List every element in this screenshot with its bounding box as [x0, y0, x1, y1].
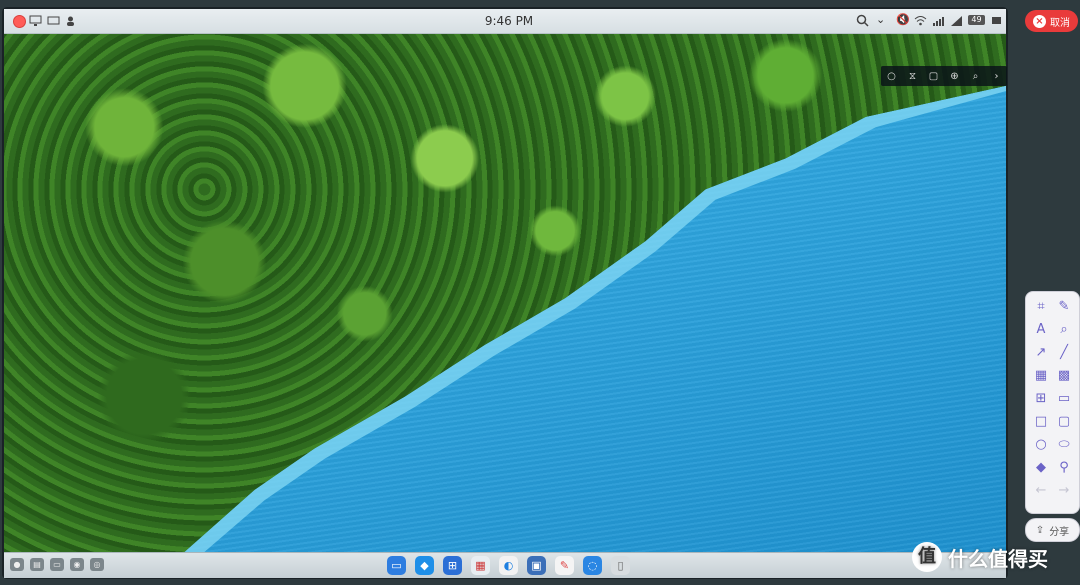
arrow-tool[interactable]: ↗	[1031, 343, 1051, 363]
menu-bar: 9:46 PM ⌄ 🔇 49	[4, 9, 1006, 34]
search-icon[interactable]	[856, 14, 869, 27]
add-icon[interactable]: ⊕	[948, 71, 962, 82]
dock: ● ▤ ▭ ◉ ◎ ▭ ◆ ⊞ ▦ ◐ ▣ ✎ ◌ ▯	[4, 552, 1006, 578]
wifi-icon[interactable]	[914, 14, 927, 27]
watermark-text: 什么值得买	[948, 546, 1048, 571]
trash-icon[interactable]: ▯	[611, 556, 630, 575]
blur-tool[interactable]: ▩	[1054, 366, 1074, 386]
watermark-logo: 值	[912, 542, 942, 572]
chevron-right-icon[interactable]: ›	[990, 71, 1004, 82]
rounded-rect-tool[interactable]: ▢	[1054, 412, 1074, 432]
browser-app-icon[interactable]: ◐	[499, 556, 518, 575]
magnifier-tool[interactable]: ⌕	[1054, 320, 1074, 340]
files-app-icon[interactable]: ◆	[415, 556, 434, 575]
signal-icon	[933, 17, 944, 26]
user-icon[interactable]	[64, 14, 77, 27]
annotation-tool-panel: ⌗ ✎ A ⌕ ↗ ╱ ▦ ▩ ⊞ ▭ □ ▢ ○ ⬭ ◆ ⚲ ← →	[1025, 291, 1080, 514]
app-grid-icon[interactable]: ⊞	[443, 556, 462, 575]
messages-app-icon[interactable]: ◌	[583, 556, 602, 575]
dock-left-tray: ● ▤ ▭ ◉ ◎	[10, 558, 104, 571]
windows-icon[interactable]: ▤	[30, 558, 44, 571]
ellipse-tool[interactable]: ⬭	[1054, 435, 1074, 455]
display-icon[interactable]	[29, 14, 42, 27]
search-icon[interactable]: ⌕	[969, 71, 983, 82]
notes-app-icon[interactable]: ✎	[555, 556, 574, 575]
share-label: 分享	[1049, 526, 1070, 538]
line-tool[interactable]: ╱	[1054, 343, 1074, 363]
menubar-clock: 9:46 PM	[484, 14, 534, 28]
settings-icon[interactable]: ●	[10, 558, 24, 571]
floating-toolbar: ○ ⧖ ▢ ⊕ ⌕ ›	[881, 66, 1007, 86]
square-icon[interactable]: ▢	[927, 71, 941, 82]
filter-icon[interactable]: ⧖	[906, 71, 920, 82]
close-icon: ×	[1033, 14, 1046, 28]
desktop-wallpaper	[4, 34, 1006, 552]
brush-tool[interactable]: ✎	[1054, 297, 1074, 317]
dock-apps: ▭ ◆ ⊞ ▦ ◐ ▣ ✎ ◌ ▯	[387, 556, 630, 575]
circle-icon[interactable]: ○	[885, 71, 899, 82]
record-icon[interactable]: ◎	[90, 558, 104, 571]
folder-icon[interactable]: ▭	[50, 558, 64, 571]
rect-outline-tool[interactable]: ▭	[1054, 389, 1074, 409]
share-icon: ⇪	[1035, 524, 1045, 536]
square-tool[interactable]: □	[1031, 412, 1051, 432]
screen-mirror-app-icon[interactable]: ▭	[387, 556, 406, 575]
mosaic-tool[interactable]: ▦	[1031, 366, 1051, 386]
text-tool[interactable]: A	[1031, 320, 1051, 340]
share-button[interactable]: ⇪ 分享	[1025, 518, 1080, 542]
battery-indicator: 49	[968, 15, 985, 25]
calendar-app-icon[interactable]: ▦	[471, 556, 490, 575]
camera-icon[interactable]: ◉	[70, 558, 84, 571]
cancel-button[interactable]: × 取消	[1025, 10, 1078, 32]
undo-button[interactable]: ←	[1031, 481, 1051, 501]
tag-tool[interactable]: ◆	[1031, 458, 1051, 478]
circle-tool[interactable]: ○	[1031, 435, 1051, 455]
grid-tool[interactable]: ⊞	[1031, 389, 1051, 409]
redo-button[interactable]: →	[1054, 481, 1074, 501]
photos-app-icon[interactable]: ▣	[527, 556, 546, 575]
crop-tool[interactable]: ⌗	[1031, 297, 1051, 317]
chevron-down-icon[interactable]: ⌄	[876, 13, 885, 26]
cellular-icon	[951, 16, 962, 26]
cast-icon[interactable]	[990, 14, 1003, 27]
volume-muted-icon[interactable]: 🔇	[896, 13, 910, 26]
pin-tool[interactable]: ⚲	[1054, 458, 1074, 478]
close-window-button[interactable]	[13, 15, 26, 28]
monitor-screen: 9:46 PM ⌄ 🔇 49 ○ ⧖ ▢ ⊕ ⌕ › ● ▤ ▭ ◉ ◎ ▭ ◆	[4, 9, 1007, 578]
screen-icon[interactable]	[47, 14, 60, 27]
cancel-label: 取消	[1050, 17, 1070, 29]
watermark: 值 什么值得买	[912, 542, 1048, 572]
